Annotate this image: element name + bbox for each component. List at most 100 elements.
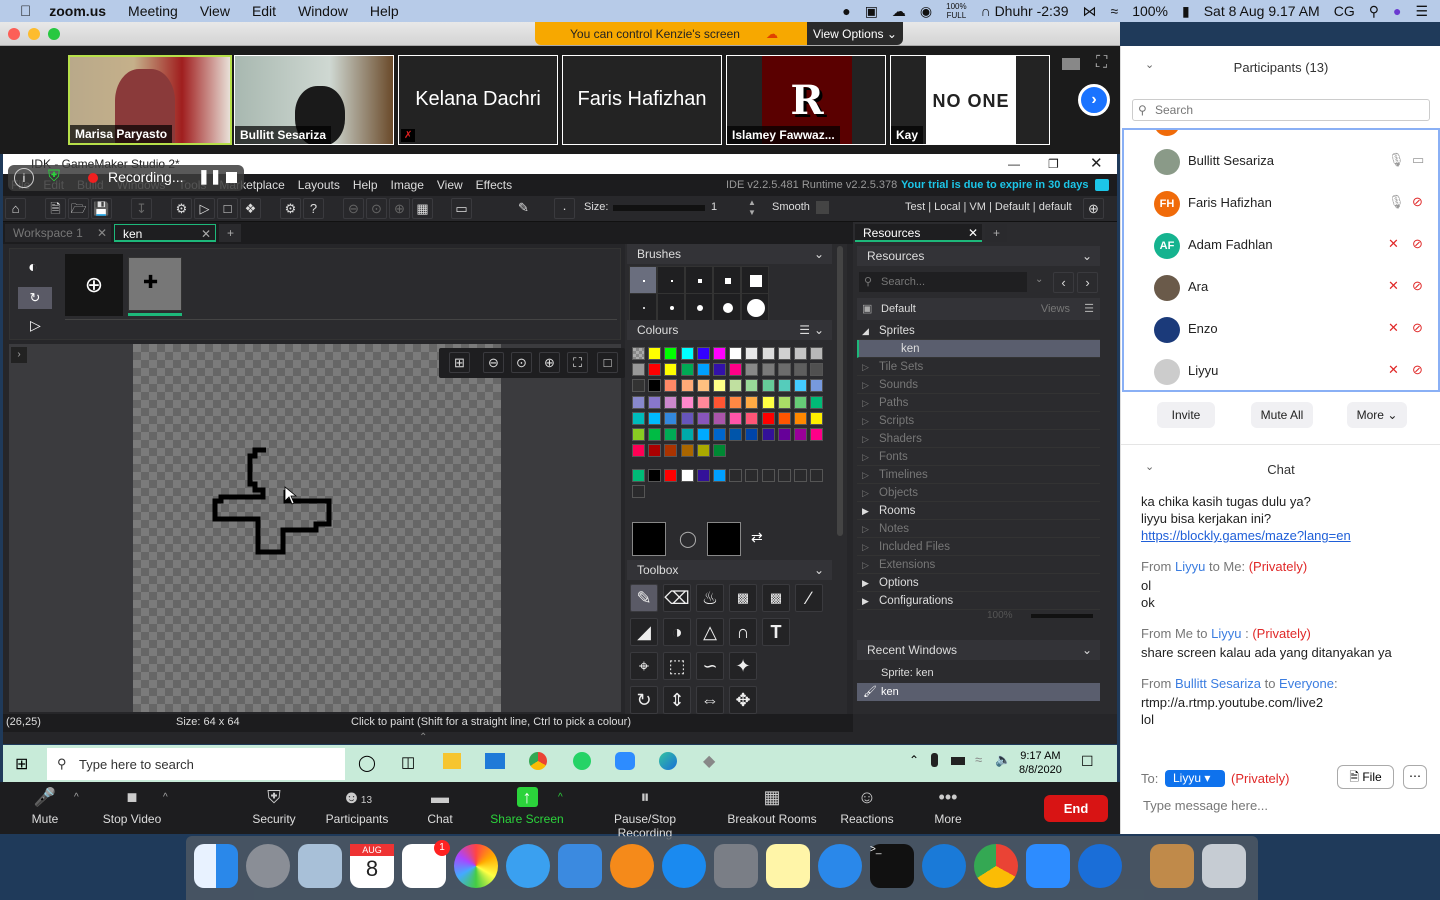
colour-swatch[interactable]	[680, 395, 694, 409]
recent-colour-swatch[interactable]	[664, 469, 678, 482]
round-brush[interactable]	[713, 293, 741, 321]
colour-swatch[interactable]	[664, 411, 678, 425]
battery-percent[interactable]: 100%	[1132, 3, 1168, 19]
recent-window-item[interactable]: Sprite: ken	[857, 664, 1100, 682]
colour-swatch[interactable]	[664, 363, 678, 377]
colour-swatch[interactable]	[761, 411, 775, 425]
windows-search[interactable]: ⚲ Type here to search	[47, 748, 345, 780]
colour-swatch[interactable]	[648, 379, 662, 393]
square-brush[interactable]	[741, 266, 769, 294]
resource-tree-item[interactable]: ▷ Paths	[857, 394, 1100, 412]
resource-tree-item[interactable]: ▷ Extensions	[857, 556, 1100, 574]
game-pad-icon[interactable]: ▦	[412, 198, 433, 219]
colour-swatch[interactable]	[777, 347, 791, 360]
colour-swatch[interactable]	[810, 428, 824, 441]
recent-colour-swatch[interactable]	[648, 469, 662, 482]
battery-tray-icon[interactable]	[951, 757, 965, 765]
menu-meeting[interactable]: Meeting	[128, 3, 178, 19]
run-icon[interactable]: ▷	[194, 198, 215, 219]
colour-swatch[interactable]	[713, 379, 726, 393]
video-off-icon[interactable]: ⊘	[1412, 278, 1423, 294]
zoom-in-icon[interactable]: ⊕	[539, 352, 560, 373]
tab-resources[interactable]: Resources ✕	[855, 224, 982, 242]
debug-icon[interactable]: ⚙	[171, 198, 192, 219]
colour-swatch[interactable]	[794, 379, 807, 393]
colour-swatch[interactable]	[664, 444, 678, 458]
mic-icon[interactable]: 🎙	[1388, 152, 1405, 168]
colour-swatch[interactable]	[632, 444, 645, 458]
colour-swatch[interactable]	[745, 428, 759, 441]
wifi-icon[interactable]: ≈	[1111, 3, 1119, 19]
menu-app[interactable]: zoom.us	[49, 3, 106, 19]
control-share-screen[interactable]: ↑ Share Screen	[467, 782, 587, 834]
help-icon[interactable]: ?	[303, 198, 324, 219]
colour-swatch[interactable]	[761, 395, 775, 409]
participant-row[interactable]: Enzo ✕ ⊘	[1124, 308, 1438, 350]
toolbox-header[interactable]: Toolbox ⌄	[627, 560, 832, 580]
text-tool-icon[interactable]: T	[762, 618, 790, 646]
books-icon[interactable]	[610, 844, 654, 888]
collapsed-icon[interactable]: ▷	[862, 484, 869, 502]
menu-view[interactable]: View	[200, 3, 230, 19]
resource-tree-item[interactable]: ken	[857, 340, 1100, 358]
recent-colour-swatch[interactable]	[794, 469, 807, 482]
size-value[interactable]: 1	[711, 201, 741, 213]
colour-swatch[interactable]	[713, 395, 726, 409]
recipient-select[interactable]: Liyyu ▾	[1165, 770, 1225, 787]
line-tool-icon[interactable]: ∕	[795, 584, 823, 612]
minimize-button[interactable]: —	[1008, 154, 1020, 174]
volume-tray-icon[interactable]: 🔈	[995, 752, 1011, 768]
flip-horizontal-icon[interactable]: ⇔	[696, 686, 724, 714]
info-icon[interactable]: i	[14, 168, 34, 188]
export-icon[interactable]: ↧	[131, 198, 152, 219]
new-project-icon[interactable]: 🗎	[45, 198, 66, 219]
secondary-colour[interactable]	[707, 522, 741, 556]
colour-swatch[interactable]	[729, 428, 743, 441]
collapsed-icon[interactable]: ▷	[862, 520, 869, 538]
colour-swatch[interactable]	[632, 347, 645, 360]
colour-swatch[interactable]	[794, 363, 807, 377]
clock[interactable]: Sat 8 Aug 9.17 AM	[1204, 3, 1320, 19]
apple-icon[interactable]: 	[20, 3, 31, 20]
siri-icon[interactable]: ●	[1393, 3, 1401, 19]
collapsed-icon[interactable]: ▶	[862, 592, 869, 610]
collapsed-icon[interactable]: ▶	[862, 574, 869, 592]
colour-swatch[interactable]	[648, 428, 662, 441]
flip-vertical-icon[interactable]: ⇕	[663, 686, 691, 714]
prayer-time[interactable]: ∩ Dhuhr -2:39	[981, 3, 1069, 19]
colour-swatch[interactable]	[810, 411, 824, 425]
colour-swatch[interactable]	[810, 347, 824, 360]
eraser-tool-icon[interactable]: ⌫	[663, 584, 691, 612]
signal-icon[interactable]	[1078, 844, 1122, 888]
colour-swatch[interactable]	[648, 395, 662, 409]
file-cabinet-icon[interactable]	[1150, 844, 1194, 888]
action-center-icon[interactable]: ☐	[1081, 753, 1094, 770]
fit-to-screen-icon[interactable]: ⛶	[567, 352, 588, 373]
resource-tree-item[interactable]: ▷ Fonts	[857, 448, 1100, 466]
move-tool-icon[interactable]: ✥	[729, 686, 757, 714]
fill-area-tool-icon[interactable]: ▩	[729, 584, 757, 612]
recent-colour-swatch[interactable]	[777, 469, 791, 482]
recent-colour-swatch[interactable]	[729, 469, 743, 482]
fullscreen-icon[interactable]: ⛶	[1096, 54, 1107, 72]
ellipse-tool-icon[interactable]: ◑	[663, 618, 691, 646]
gamemaker-icon[interactable]: ◆	[703, 751, 715, 771]
loop-icon[interactable]: ↻	[18, 287, 52, 309]
menu-edit[interactable]: Edit	[252, 3, 276, 19]
expand-panel-icon[interactable]: ›	[11, 347, 27, 363]
grid-toggle-icon[interactable]: ⊞	[449, 352, 470, 373]
zoom-reset-icon[interactable]: ⊙	[366, 198, 387, 219]
colour-swatch[interactable]	[713, 444, 726, 458]
end-meeting-button[interactable]: End	[1044, 795, 1108, 822]
colour-swatch[interactable]	[696, 395, 710, 409]
round-brush[interactable]	[685, 293, 713, 321]
resource-tree-item[interactable]: ▶ Rooms	[857, 502, 1100, 520]
fill-tool-icon[interactable]: ♨	[696, 584, 724, 612]
collapsed-icon[interactable]: ▷	[862, 394, 869, 412]
colour-swatch[interactable]	[761, 363, 775, 377]
keynote-icon[interactable]	[558, 844, 602, 888]
resource-tree-item[interactable]: ▷ Notes	[857, 520, 1100, 538]
close-button[interactable]: ✕	[1090, 154, 1103, 174]
system-preferences-icon[interactable]	[714, 844, 758, 888]
video-off-icon[interactable]: ⊘	[1412, 362, 1423, 378]
